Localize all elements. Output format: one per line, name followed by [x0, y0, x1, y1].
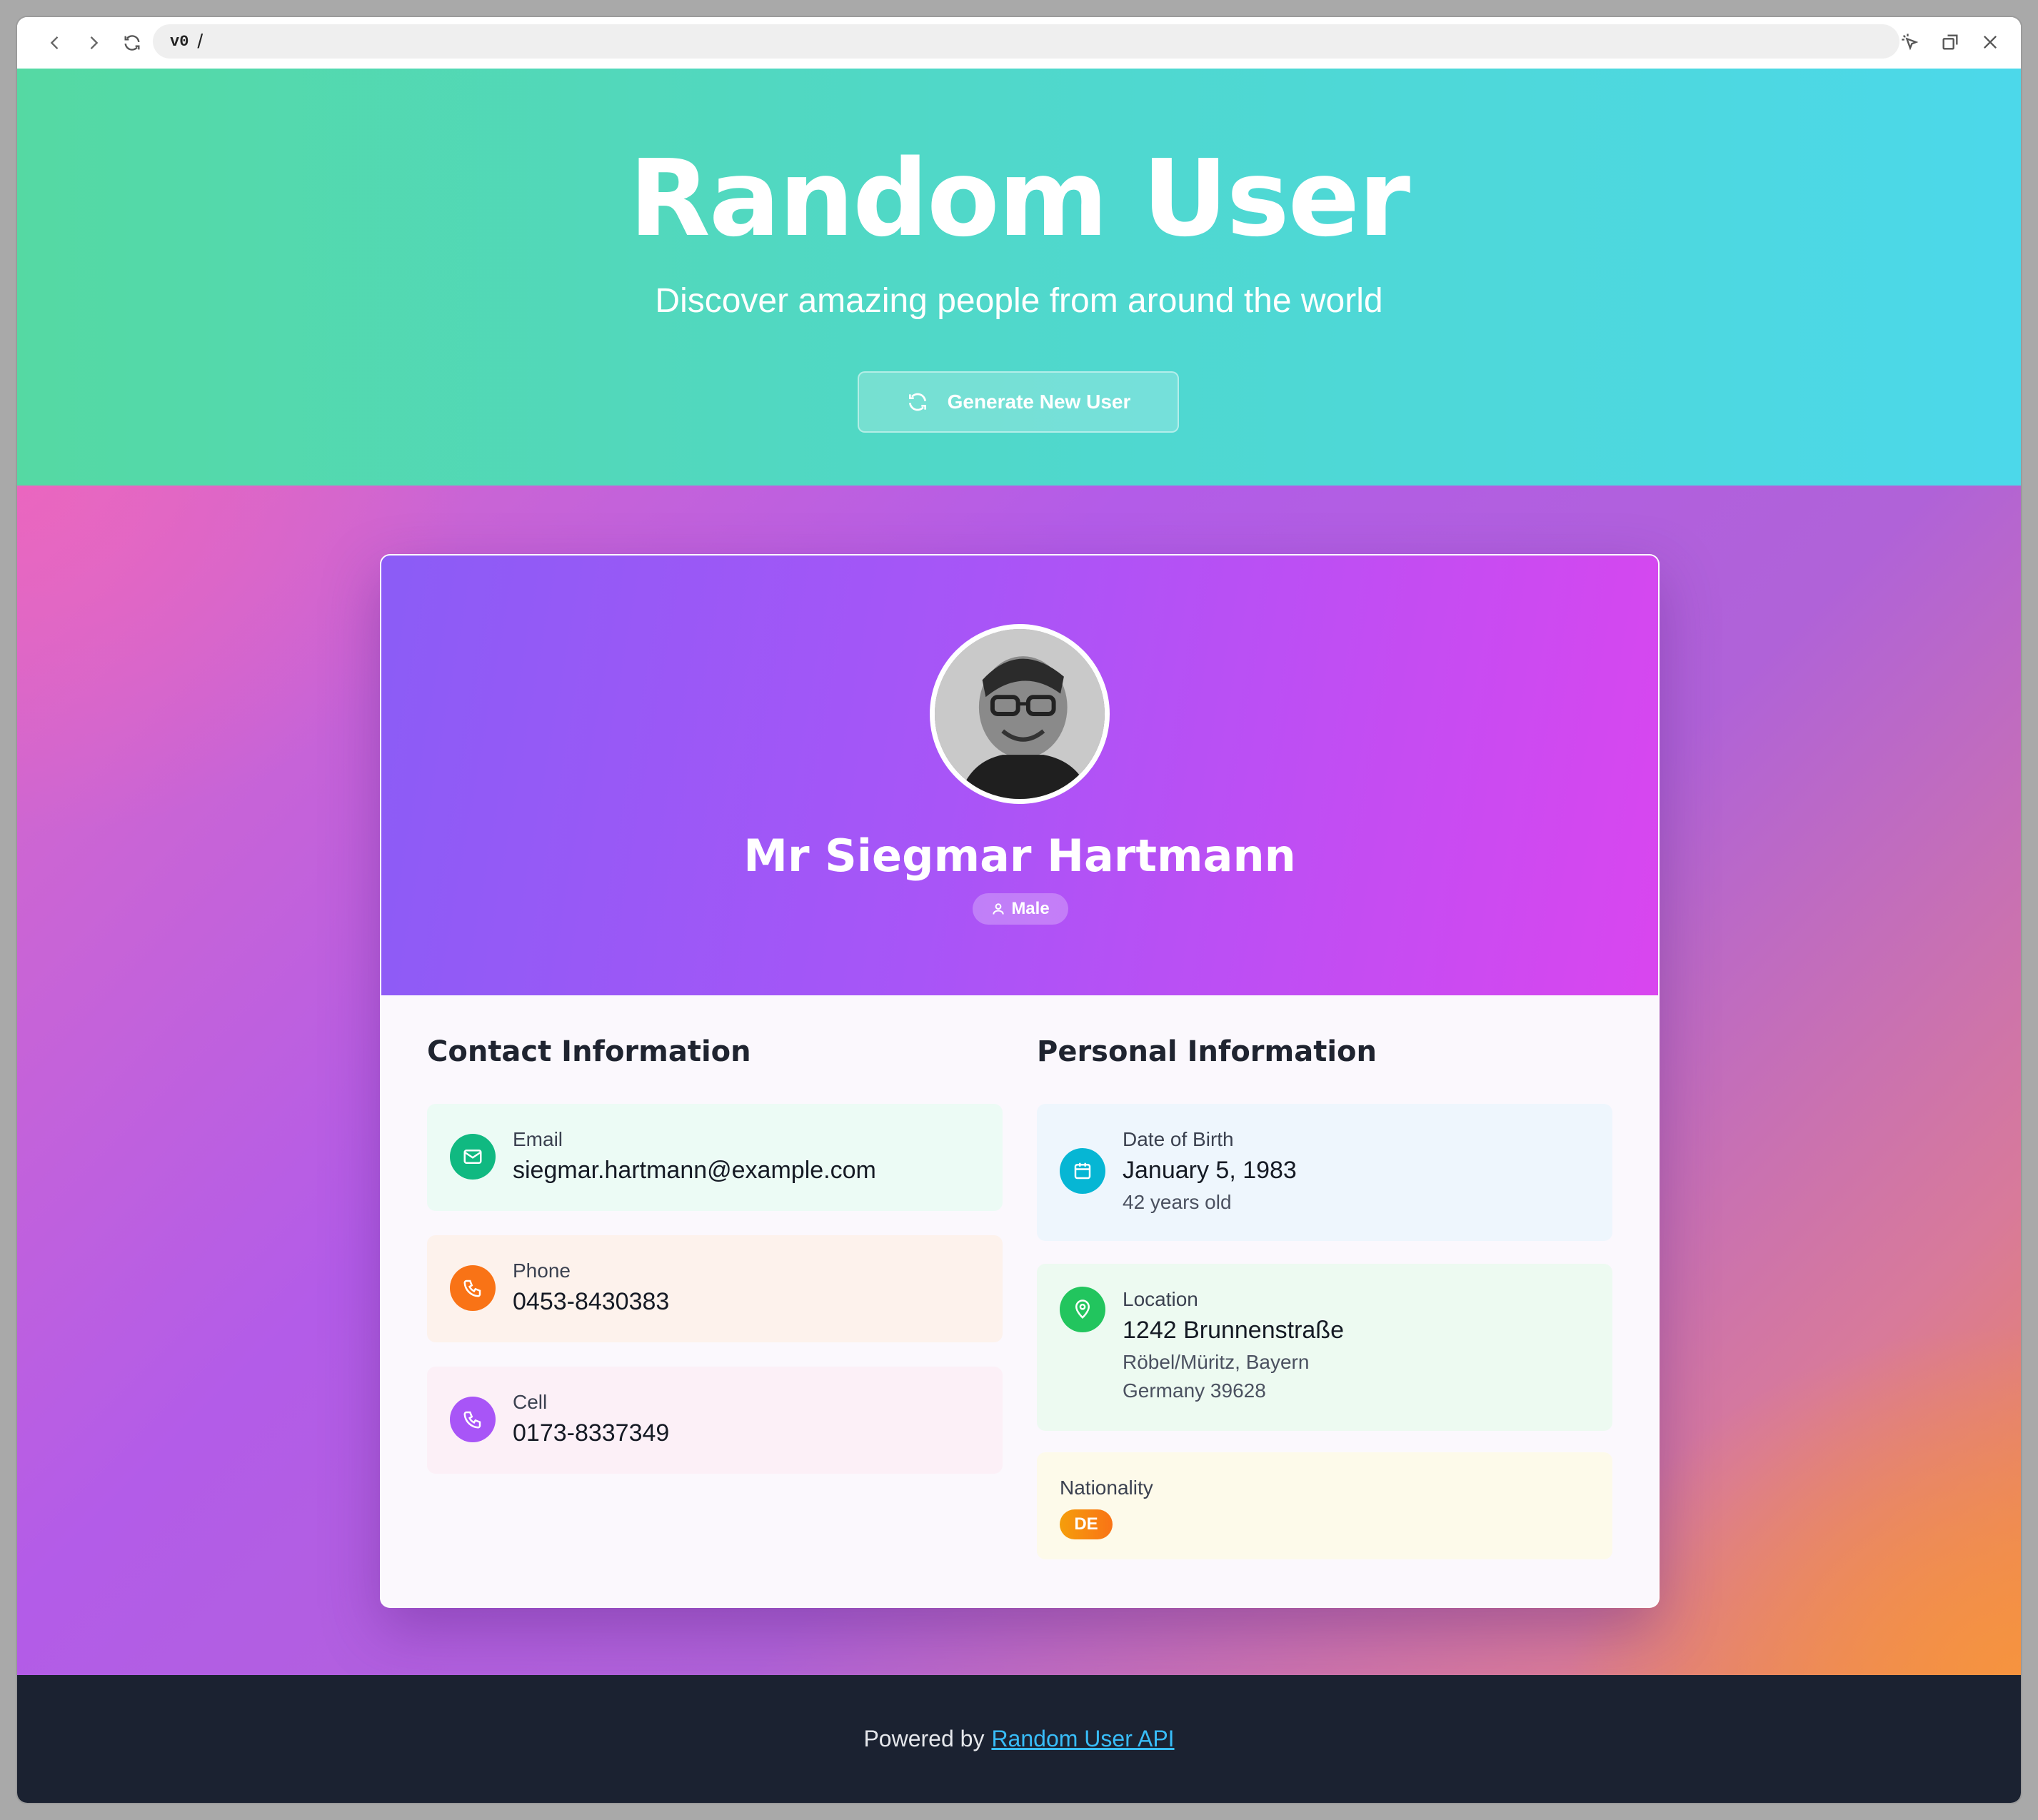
random-user-api-link[interactable]: Random User API	[991, 1726, 1174, 1752]
url-prefix: v0	[170, 32, 189, 51]
gender-label: Male	[1011, 899, 1050, 918]
dob-box: Date of Birth January 5, 1983 42 years o…	[1037, 1104, 1612, 1241]
contact-section-title: Contact Information	[427, 1035, 751, 1068]
avatar-photo	[935, 629, 1105, 799]
nationality-box: Nationality DE	[1037, 1452, 1612, 1559]
country-zip-value: Germany 39628	[1123, 1379, 1266, 1402]
nationality-label: Nationality	[1060, 1477, 1153, 1499]
map-pin-icon	[1060, 1287, 1105, 1332]
calendar-icon	[1060, 1148, 1105, 1194]
gender-badge: Male	[973, 893, 1068, 925]
personal-section-title: Personal Information	[1037, 1035, 1377, 1068]
phone-value: 0453-8430383	[513, 1288, 670, 1315]
nationality-badge: DE	[1060, 1509, 1113, 1539]
dob-value: January 5, 1983	[1123, 1157, 1297, 1184]
close-icon[interactable]	[1974, 26, 2007, 59]
email-value: siegmar.hartmann@example.com	[513, 1157, 876, 1184]
avatar	[930, 624, 1110, 804]
location-label: Location	[1123, 1288, 1198, 1310]
location-box: Location 1242 Brunnenstraße Röbel/Müritz…	[1037, 1264, 1612, 1431]
mail-icon	[450, 1134, 496, 1180]
phone-box: Phone 0453-8430383	[427, 1235, 1003, 1342]
generate-user-button[interactable]: Generate New User	[858, 371, 1179, 433]
email-label: Email	[513, 1128, 563, 1150]
browser-window: v0 / Random User Discover amazing people…	[17, 17, 2021, 1803]
refresh-icon	[908, 393, 926, 411]
browser-toolbar: v0 /	[17, 17, 2021, 69]
street-value: 1242 Brunnenstraße	[1123, 1317, 1344, 1344]
user-card-header: Mr Siegmar Hartmann Male	[381, 555, 1658, 995]
dob-label: Date of Birth	[1123, 1128, 1234, 1150]
generate-user-label: Generate New User	[947, 391, 1131, 413]
age-text: 42 years old	[1123, 1191, 1232, 1213]
city-state-value: Röbel/Müritz, Bayern	[1123, 1351, 1310, 1373]
user-card: Mr Siegmar Hartmann Male Contact Informa…	[380, 554, 1660, 1608]
footer-prefix: Powered by	[863, 1726, 985, 1751]
person-icon	[993, 903, 1005, 915]
cell-label: Cell	[513, 1391, 548, 1413]
page-subtitle: Discover amazing people from around the …	[655, 282, 1383, 320]
cell-phone-icon	[450, 1397, 496, 1442]
forward-icon[interactable]	[77, 26, 110, 59]
address-bar[interactable]: v0 /	[153, 24, 1899, 59]
reload-icon[interactable]	[116, 26, 149, 59]
select-element-icon[interactable]	[1894, 26, 1927, 59]
back-icon[interactable]	[39, 26, 71, 59]
footer: Powered by Random User API	[17, 1675, 2021, 1803]
cell-box: Cell 0173-8337349	[427, 1367, 1003, 1474]
main-section: Mr Siegmar Hartmann Male Contact Informa…	[17, 486, 2021, 1675]
toolbar-right-actions	[1894, 26, 2007, 59]
url-path: /	[197, 30, 204, 52]
email-box: Email siegmar.hartmann@example.com	[427, 1104, 1003, 1211]
user-full-name: Mr Siegmar Hartmann	[743, 830, 1296, 882]
page-title: Random User	[628, 137, 1410, 260]
cell-value: 0173-8337349	[513, 1419, 670, 1447]
phone-label: Phone	[513, 1260, 571, 1282]
phone-icon	[450, 1265, 496, 1311]
hero-section: Random User Discover amazing people from…	[17, 69, 2021, 486]
popout-icon[interactable]	[1934, 26, 1967, 59]
